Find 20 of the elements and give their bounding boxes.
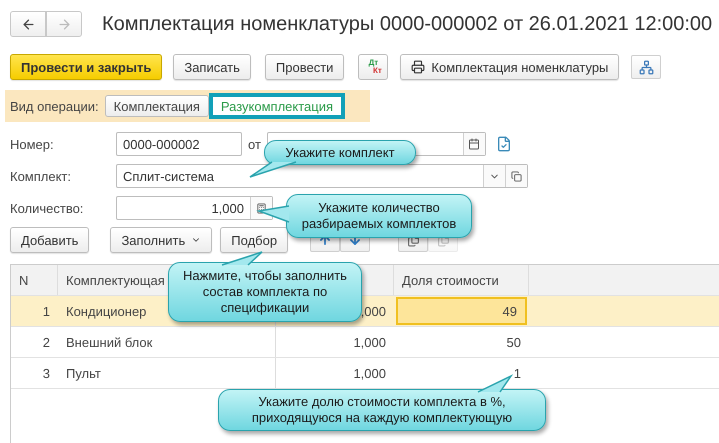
hint-tooltip: Укажите количество разбираемых комплектов [286,194,472,238]
table-cell-text: 1,000 [352,364,387,382]
field-label: Номер: [10,136,55,152]
window-title: Комплектация номенклатуры 0000-000002 от 26.01.2021 12:00:00 [102,12,712,36]
field-label: Количество: [10,200,84,216]
field-label: Комплект: [10,168,72,184]
table-cell-text: 2 [42,334,51,352]
table-cell: 49 [396,297,527,325]
table-cell: Пульт [58,358,276,388]
operation-label: Вид операции: [10,98,99,114]
table-cell: 50 [506,334,521,350]
table-cell: Внешний блок [58,327,276,357]
table-cell: 1 [514,366,521,380]
table-cell-text: 3 [42,364,51,382]
table-cell-text: 1 [42,302,51,320]
table-cell-text: 1,000 [352,334,387,352]
hint-tooltip: Укажите комплект [264,140,416,165]
field-label: от [248,136,261,152]
hint-tooltip: Нажмите, чтобы заполнить состав комплекта по спецификации [168,262,362,322]
hint-tooltip: Укажите долю стоимости комплекта в %, приходящуюся на каждую комплектующую [218,389,546,431]
